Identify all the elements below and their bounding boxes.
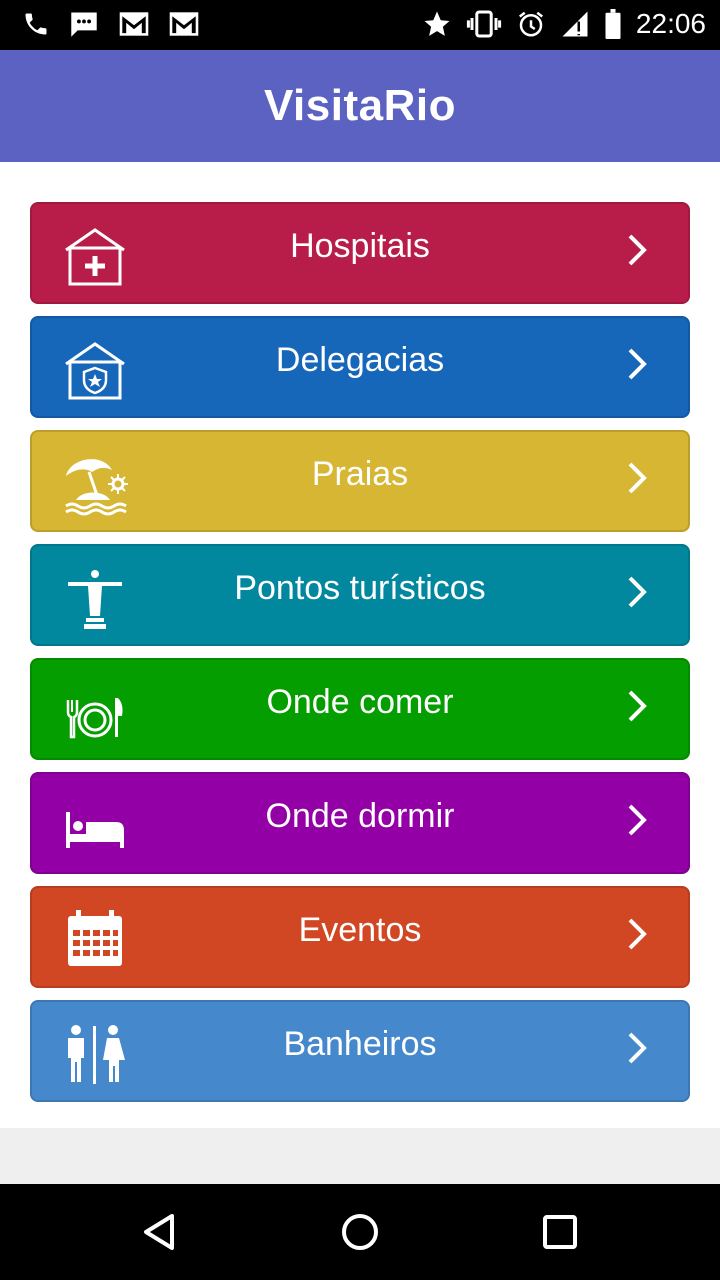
chevron-right-icon bbox=[628, 348, 647, 380]
main-content: Hospitais Delegacias Praias Pontos turís… bbox=[0, 162, 720, 1128]
vibrate-icon bbox=[466, 9, 502, 39]
system-icons: 22:06 bbox=[422, 8, 706, 40]
menu-item-hospitais[interactable]: Hospitais bbox=[30, 202, 690, 304]
menu-item-label: Onde dormir bbox=[265, 797, 455, 835]
sms-icon bbox=[68, 10, 100, 38]
alarm-icon bbox=[516, 9, 546, 39]
phone-icon bbox=[22, 10, 50, 38]
chevron-right-icon bbox=[628, 234, 647, 266]
menu-item-label: Praias bbox=[311, 455, 409, 493]
chevron-right-icon bbox=[628, 690, 647, 722]
chevron-right-icon bbox=[628, 462, 647, 494]
menu-item-label: Pontos turísticos bbox=[234, 569, 486, 607]
chevron-right-icon bbox=[628, 576, 647, 608]
status-bar: 22:06 bbox=[0, 0, 720, 50]
menu-item-label: Onde comer bbox=[266, 683, 454, 721]
menu-item-onde-comer[interactable]: Onde comer bbox=[30, 658, 690, 760]
gmail-icon bbox=[168, 11, 200, 37]
menu-item-delegacias[interactable]: Delegacias bbox=[30, 316, 690, 418]
menu-item-praias[interactable]: Praias bbox=[30, 430, 690, 532]
menu-item-eventos[interactable]: Eventos bbox=[30, 886, 690, 988]
chevron-right-icon bbox=[628, 918, 647, 950]
menu-item-pontos-turisticos[interactable]: Pontos turísticos bbox=[30, 544, 690, 646]
menu-item-label: Hospitais bbox=[290, 227, 430, 265]
clock: 22:06 bbox=[635, 8, 706, 39]
menu-item-label: Eventos bbox=[298, 911, 422, 949]
category-menu: Hospitais Delegacias Praias Pontos turís… bbox=[30, 202, 690, 1114]
chevron-right-icon bbox=[628, 1032, 647, 1064]
gmail-icon bbox=[118, 11, 150, 37]
signal-icon bbox=[560, 9, 590, 39]
back-icon[interactable] bbox=[136, 1208, 184, 1256]
menu-item-label: Banheiros bbox=[283, 1025, 437, 1063]
recents-icon[interactable] bbox=[536, 1208, 584, 1256]
menu-item-onde-dormir[interactable]: Onde dormir bbox=[30, 772, 690, 874]
app-bar: VisitaRio bbox=[0, 50, 720, 162]
menu-item-label: Delegacias bbox=[275, 341, 445, 379]
notification-icons bbox=[22, 10, 200, 38]
star-icon bbox=[422, 9, 452, 39]
chevron-right-icon bbox=[628, 804, 647, 836]
battery-icon bbox=[604, 9, 622, 39]
navigation-bar bbox=[0, 1184, 720, 1280]
app-title: VisitaRio bbox=[264, 81, 456, 130]
home-icon[interactable] bbox=[336, 1208, 384, 1256]
menu-item-banheiros[interactable]: Banheiros bbox=[30, 1000, 690, 1102]
